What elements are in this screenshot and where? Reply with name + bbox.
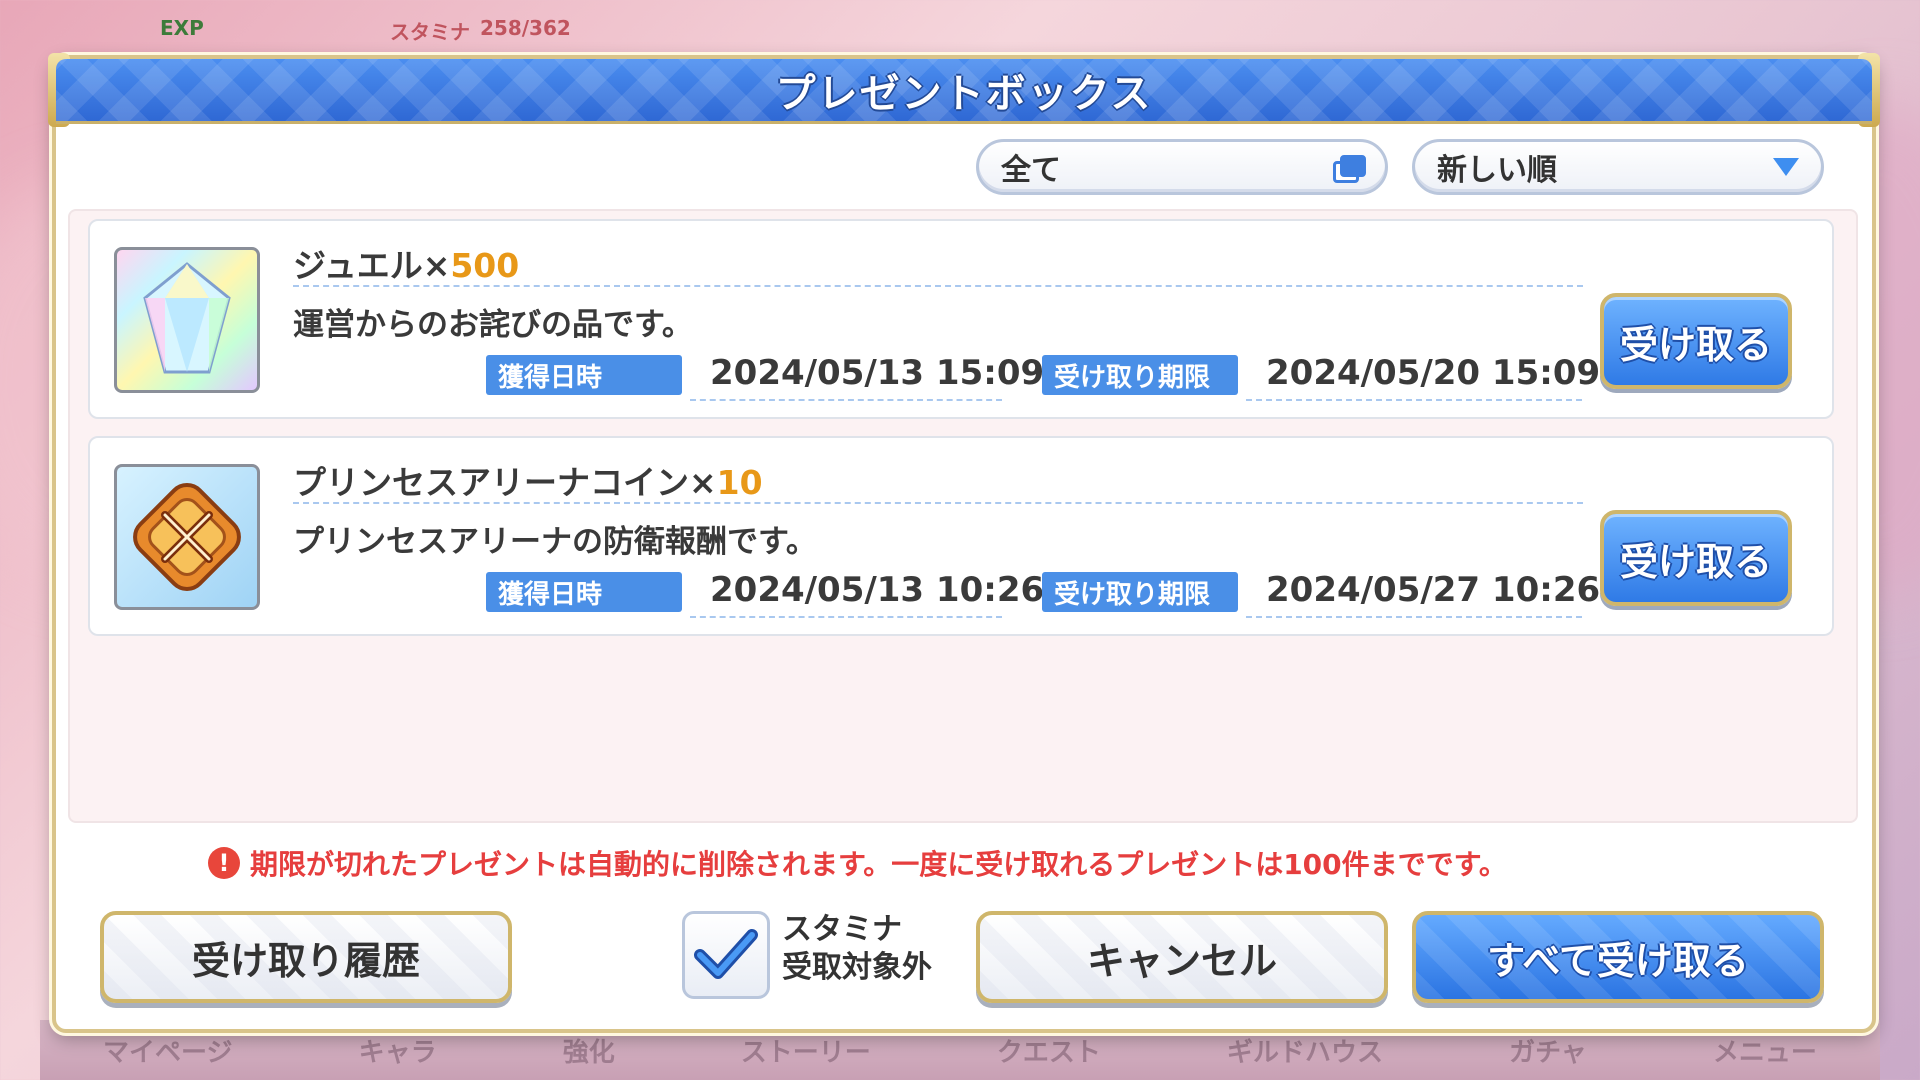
chevron-down-icon [1773,158,1799,176]
dialog-header: プレゼントボックス [56,59,1872,124]
deadline-date: 2024/05/27 10:26 [1266,570,1601,610]
notice-text: 期限が切れたプレゼントは自動的に削除されます。一度に受け取れるプレゼントは100… [250,848,1507,881]
category-filter-dropdown[interactable]: 全て [976,139,1388,195]
present-list[interactable]: ジュエル×500 運営からのお詫びの品です。 獲得日時 2024/05/13 1… [68,209,1858,823]
stamina-label: スタミナ [390,20,470,44]
receive-button-label: 受け取る [1619,322,1772,367]
nav-item-gacha[interactable]: ガチャ [1509,1032,1587,1069]
category-filter-label: 全て [1001,153,1061,188]
item-description: 運営からのお詫びの品です。 [293,307,693,343]
nav-item-quest[interactable]: クエスト [997,1032,1101,1069]
nav-item-menu[interactable]: メニュー [1713,1032,1817,1069]
dialog-title: プレゼントボックス [775,71,1153,117]
nav-item-enhance[interactable]: 強化 [563,1032,615,1069]
stamina-exclude-label: スタミナ 受取対象外 [782,911,932,987]
deadline-tag: 受け取り期限 [1042,572,1238,612]
receive-history-label: 受け取り履歴 [191,938,420,983]
divider [293,502,1583,504]
obtained-date-tag: 獲得日時 [486,572,682,612]
stamina-exclude-checkbox[interactable] [682,911,770,999]
obtained-date-tag: 獲得日時 [486,355,682,395]
divider [1246,399,1582,401]
receive-all-button[interactable]: すべて受け取る [1412,911,1824,1003]
nav-item-guildhouse[interactable]: ギルドハウス [1227,1032,1383,1069]
item-quantity: 10 [716,463,763,502]
receive-button[interactable]: 受け取る [1600,510,1792,606]
list-item: ジュエル×500 運営からのお詫びの品です。 獲得日時 2024/05/13 1… [88,219,1834,419]
exp-label: EXP [160,16,204,40]
arena-coin-icon [114,464,260,610]
notice-message: ! 期限が切れたプレゼントは自動的に削除されます。一度に受け取れるプレゼントは1… [208,843,1507,883]
filter-icon [1333,155,1366,183]
nav-item-mypage[interactable]: マイページ [103,1032,232,1069]
item-name: プリンセスアリーナコイン×10 [293,456,763,504]
deadline-tag: 受け取り期限 [1042,355,1238,395]
item-name: ジュエル×500 [293,239,519,287]
jewel-icon [114,247,260,393]
checkmark-icon [694,929,758,979]
item-name-text: ジュエル× [293,246,451,285]
obtained-date: 2024/05/13 10:26 [710,570,1045,610]
cancel-button[interactable]: キャンセル [976,911,1388,1003]
divider [690,399,1002,401]
obtained-date: 2024/05/13 15:09 [710,353,1045,393]
present-box-dialog: プレゼントボックス 全て 新しい順 ジュエル×500 運営からのお詫びの品です。… [48,53,1880,1033]
deadline-date: 2024/05/20 15:09 [1266,353,1601,393]
divider [1246,616,1582,618]
jewel-graphic [143,262,231,374]
arena-coin-graphic [133,483,241,591]
stamina-value: 258/362 [480,16,571,40]
item-quantity: 500 [450,246,520,285]
sort-order-dropdown[interactable]: 新しい順 [1412,139,1824,195]
stamina-exclude-line1: スタミナ [782,912,902,947]
alert-icon: ! [208,847,240,879]
divider [293,285,1583,287]
player-status-hud: EXP スタミナ 258/362 [150,10,630,50]
receive-all-label: すべて受け取る [1487,938,1749,983]
nav-item-story[interactable]: ストーリー [741,1032,871,1069]
stamina-exclude-line2: 受取対象外 [782,950,932,985]
cancel-label: キャンセル [1086,938,1277,983]
receive-button-label: 受け取る [1619,539,1772,584]
sort-order-label: 新しい順 [1437,153,1557,188]
divider [690,616,1002,618]
item-name-text: プリンセスアリーナコイン× [293,463,717,502]
receive-button[interactable]: 受け取る [1600,293,1792,389]
list-item: プリンセスアリーナコイン×10 プリンセスアリーナの防衛報酬です。 獲得日時 2… [88,436,1834,636]
receive-history-button[interactable]: 受け取り履歴 [100,911,512,1003]
nav-item-character[interactable]: キャラ [359,1032,437,1069]
item-description: プリンセスアリーナの防衛報酬です。 [293,524,817,560]
